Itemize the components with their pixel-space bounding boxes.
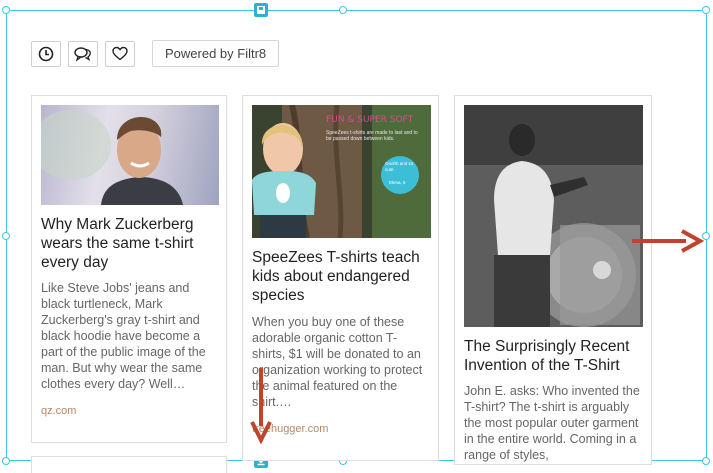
article-card[interactable]: Why Mark Zuckerberg wears the same t-shi… [31,95,227,443]
image-bubble-quote: Ooohh and so cute. [385,161,414,172]
resize-handle-bottom-left[interactable] [2,457,10,465]
heart-icon [112,46,128,61]
recent-button[interactable] [31,40,61,67]
resize-handle-top-mid[interactable] [339,6,347,14]
favorites-button[interactable] [105,40,135,67]
article-description: Like Steve Jobs' jeans and black turtlen… [41,281,206,391]
article-title[interactable]: SpeeZees T-shirts teach kids about endan… [252,248,430,305]
down-arrow-icon [250,368,272,444]
article-description: When you buy one of these adorable organ… [252,315,423,409]
resize-handle-mid-left[interactable] [2,232,10,240]
article-image[interactable] [41,105,219,205]
image-caption: SpeeZees t-shirts are made to last and t… [326,130,418,142]
article-title[interactable]: Why Mark Zuckerberg wears the same t-shi… [41,215,218,272]
article-image[interactable]: FUN & SUPER SOFT SpeeZees t-shirts are m… [252,105,431,238]
article-image[interactable] [464,105,643,327]
article-title[interactable]: The Surprisingly Recent Invention of the… [464,337,643,375]
right-arrow-icon [632,229,704,253]
article-card[interactable] [31,456,227,473]
download-handle-top-icon[interactable] [254,3,268,17]
image-bubble-author: Elena, 5 [389,180,406,185]
clock-icon [38,46,54,61]
comments-button[interactable] [68,40,98,67]
article-card[interactable]: The Surprisingly Recent Invention of the… [454,95,652,465]
article-description: John E. asks: Who invented the T-shirt? … [464,384,640,462]
powered-by-label[interactable]: Powered by Filtr8 [152,40,280,67]
resize-handle-top-left[interactable] [2,6,10,14]
speech-bubbles-icon [74,46,91,62]
resize-handle-top-right[interactable] [702,6,710,14]
filter-toolbar: Powered by Filtr8 [31,40,280,67]
resize-handle-bottom-right[interactable] [702,457,710,465]
article-source[interactable]: qz.com [41,405,76,417]
image-headline: FUN & SUPER SOFT [326,115,414,125]
